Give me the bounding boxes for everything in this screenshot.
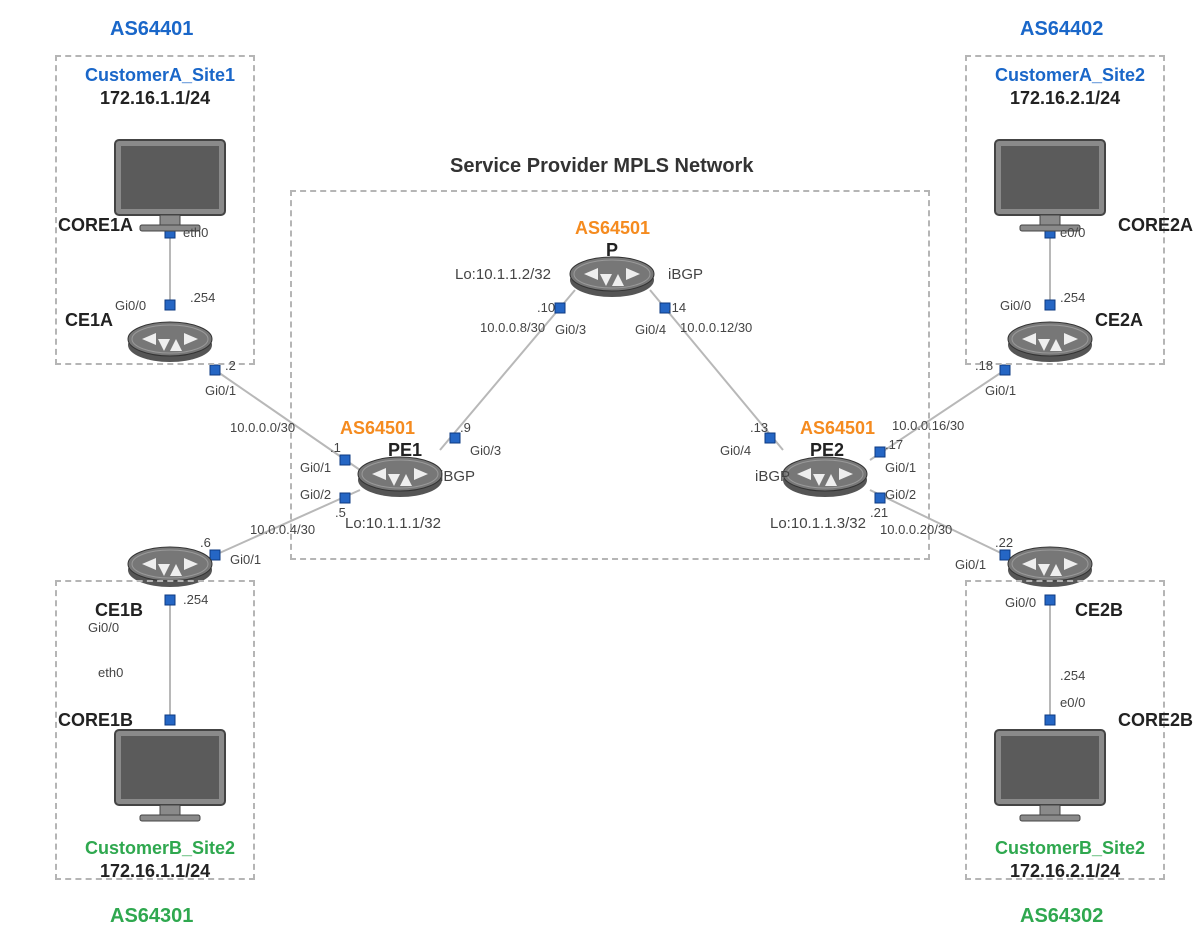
as-bl: AS64301 xyxy=(110,905,193,928)
cust-a2-name: CustomerA_Site2 xyxy=(995,65,1145,86)
if-pe2-gi02: Gi0/2 xyxy=(885,487,916,502)
h-ce2a-18: .18 xyxy=(975,358,993,373)
if-ce2a-gi00: Gi0/0 xyxy=(1000,298,1031,313)
h-ce2a-254: .254 xyxy=(1060,290,1085,305)
if-ce2a-gi01: Gi0/1 xyxy=(985,383,1016,398)
if-ce1a-gi01: Gi0/1 xyxy=(205,383,236,398)
cust-b2-name: CustomerB_Site2 xyxy=(995,838,1145,859)
if-pe2-gi01: Gi0/1 xyxy=(885,460,916,475)
lbl-ce2b: CE2B xyxy=(1075,600,1123,621)
sn-ce1a-pe1: 10.0.0.0/30 xyxy=(230,420,295,435)
cust-a1-name: CustomerA_Site1 xyxy=(85,65,235,86)
cust-a2-ip: 172.16.2.1/24 xyxy=(1010,88,1120,109)
if-pe1-gi03: Gi0/3 xyxy=(470,443,501,458)
cust-b2-ip: 172.16.2.1/24 xyxy=(1010,861,1120,882)
h-ce1a-2: .2 xyxy=(225,358,236,373)
if-ce1b-gi00: Gi0/0 xyxy=(88,620,119,635)
diagram-canvas: AS64401 AS64402 AS64301 AS64302 Service … xyxy=(0,0,1200,950)
h-pe1-1: .1 xyxy=(330,440,341,455)
lo-pe2: Lo:10.1.1.3/32 xyxy=(770,515,866,532)
sn-pe2-ce2a: 10.0.0.16/30 xyxy=(892,418,964,433)
lbl-core2a: CORE2A xyxy=(1118,215,1193,236)
as-pe2: AS64501 xyxy=(800,418,875,439)
as-tl: AS64401 xyxy=(110,18,193,41)
lbl-core1b: CORE1B xyxy=(58,710,133,731)
lbl-ce1b: CE1B xyxy=(95,600,143,621)
lbl-ce1a: CE1A xyxy=(65,310,113,331)
h-pe1-5: .5 xyxy=(335,505,346,520)
h-ce1a-254: .254 xyxy=(190,290,215,305)
if-core2b-e00: e0/0 xyxy=(1060,695,1085,710)
lbl-core2b: CORE2B xyxy=(1118,710,1193,731)
ibgp-pe1: iBGP xyxy=(440,468,475,485)
if-ce1a-gi00: Gi0/0 xyxy=(115,298,146,313)
if-ce2b-gi00: Gi0/0 xyxy=(1005,595,1036,610)
if-core1b-eth0: eth0 xyxy=(98,665,123,680)
as-br: AS64302 xyxy=(1020,905,1103,928)
h-ce1b-6: .6 xyxy=(200,535,211,550)
h-ce1b-254: .254 xyxy=(183,592,208,607)
lo-pe1: Lo:10.1.1.1/32 xyxy=(345,515,441,532)
sn-p-pe2: 10.0.0.12/30 xyxy=(680,320,752,335)
ibgp-pe2: iBGP xyxy=(755,468,790,485)
lbl-pe1: PE1 xyxy=(388,440,422,461)
if-pe1-gi01: Gi0/1 xyxy=(300,460,331,475)
h-pe1-9: .9 xyxy=(460,420,471,435)
ibgp-p: iBGP xyxy=(668,266,703,283)
cust-a1-ip: 172.16.1.1/24 xyxy=(100,88,210,109)
if-core1a-eth0: eth0 xyxy=(183,225,208,240)
lbl-ce2a: CE2A xyxy=(1095,310,1143,331)
lbl-core1a: CORE1A xyxy=(58,215,133,236)
cust-b1-ip: 172.16.1.1/24 xyxy=(100,861,210,882)
as-p: AS64501 xyxy=(575,218,650,239)
if-ce1b-gi01: Gi0/1 xyxy=(230,552,261,567)
h-ce2b-22: .22 xyxy=(995,535,1013,550)
if-p-gi04: Gi0/4 xyxy=(635,322,666,337)
h-p-10: .10 xyxy=(537,300,555,315)
if-p-gi03: Gi0/3 xyxy=(555,322,586,337)
as-pe1: AS64501 xyxy=(340,418,415,439)
h-ce2b-254: .254 xyxy=(1060,668,1085,683)
sn-ce1b-pe1: 10.0.0.4/30 xyxy=(250,522,315,537)
sp-title: Service Provider MPLS Network xyxy=(450,155,753,178)
h-pe2-13: .13 xyxy=(750,420,768,435)
lo-p: Lo:10.1.1.2/32 xyxy=(455,266,551,283)
h-p-14: .14 xyxy=(668,300,686,315)
if-pe2-gi04: Gi0/4 xyxy=(720,443,751,458)
h-pe2-21: .21 xyxy=(870,505,888,520)
lbl-p: P xyxy=(606,240,618,261)
h-pe2-17: .17 xyxy=(885,437,903,452)
sn-pe1-p: 10.0.0.8/30 xyxy=(480,320,545,335)
if-ce2b-gi01: Gi0/1 xyxy=(955,557,986,572)
cust-b1-name: CustomerB_Site2 xyxy=(85,838,235,859)
if-core2a-e00: e0/0 xyxy=(1060,225,1085,240)
if-pe1-gi02: Gi0/2 xyxy=(300,487,331,502)
sn-pe2-ce2b: 10.0.0.20/30 xyxy=(880,522,952,537)
lbl-pe2: PE2 xyxy=(810,440,844,461)
as-tr: AS64402 xyxy=(1020,18,1103,41)
